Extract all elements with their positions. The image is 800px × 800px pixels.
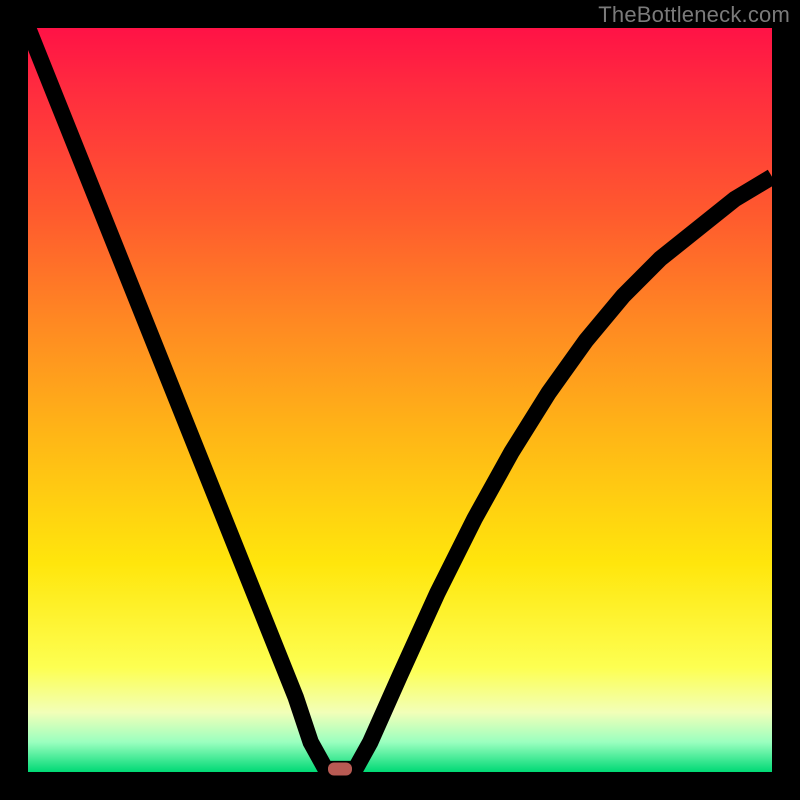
background-gradient [28,28,772,772]
watermark-text: TheBottleneck.com [598,2,790,28]
plot-area [28,28,772,772]
chart-frame: TheBottleneck.com [0,0,800,800]
